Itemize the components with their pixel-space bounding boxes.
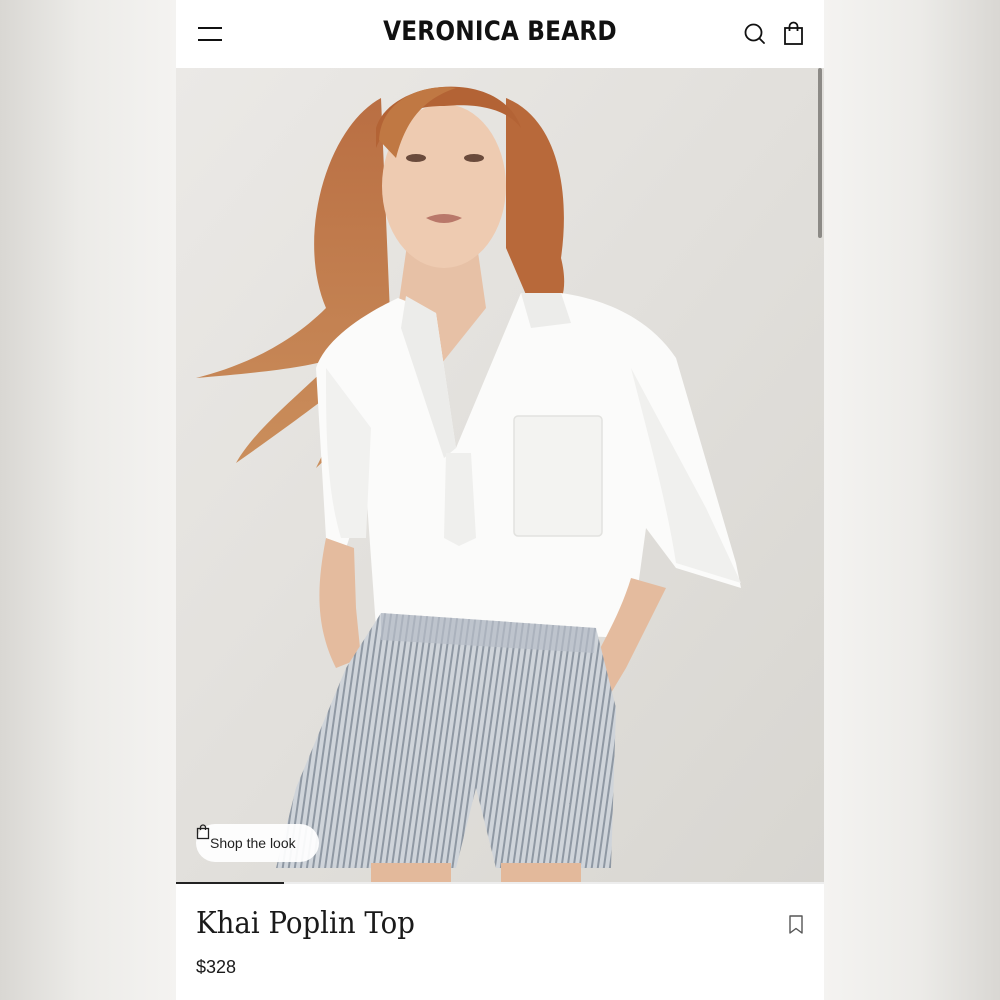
model-photo — [176, 68, 824, 883]
gallery-progress-bar — [176, 882, 824, 884]
wishlist-button[interactable] — [786, 914, 806, 936]
product-hero-image[interactable]: Shop the look — [176, 68, 824, 883]
shopping-bag-icon — [784, 21, 803, 45]
product-page: VERONICA BEARD Shop the look Khai Poplin… — [176, 0, 824, 1000]
scrollbar[interactable] — [818, 68, 822, 238]
gallery-progress-fill — [176, 882, 285, 884]
search-button[interactable] — [741, 20, 769, 48]
hamburger-menu-icon-line — [198, 39, 222, 41]
shop-the-look-button[interactable]: Shop the look — [196, 824, 319, 862]
shop-the-look-label: Shop the look — [210, 835, 296, 851]
shopping-bag-icon — [196, 824, 210, 840]
hamburger-menu-icon-line — [198, 27, 222, 29]
product-price: $328 — [196, 957, 237, 977]
site-header: VERONICA BEARD — [176, 0, 824, 68]
search-icon — [744, 23, 765, 44]
cart-button[interactable] — [780, 20, 808, 48]
bookmark-icon — [789, 915, 803, 934]
brand-logo[interactable]: VERONICA BEARD — [221, 16, 778, 47]
product-title: Khai Poplin Top — [196, 906, 415, 941]
